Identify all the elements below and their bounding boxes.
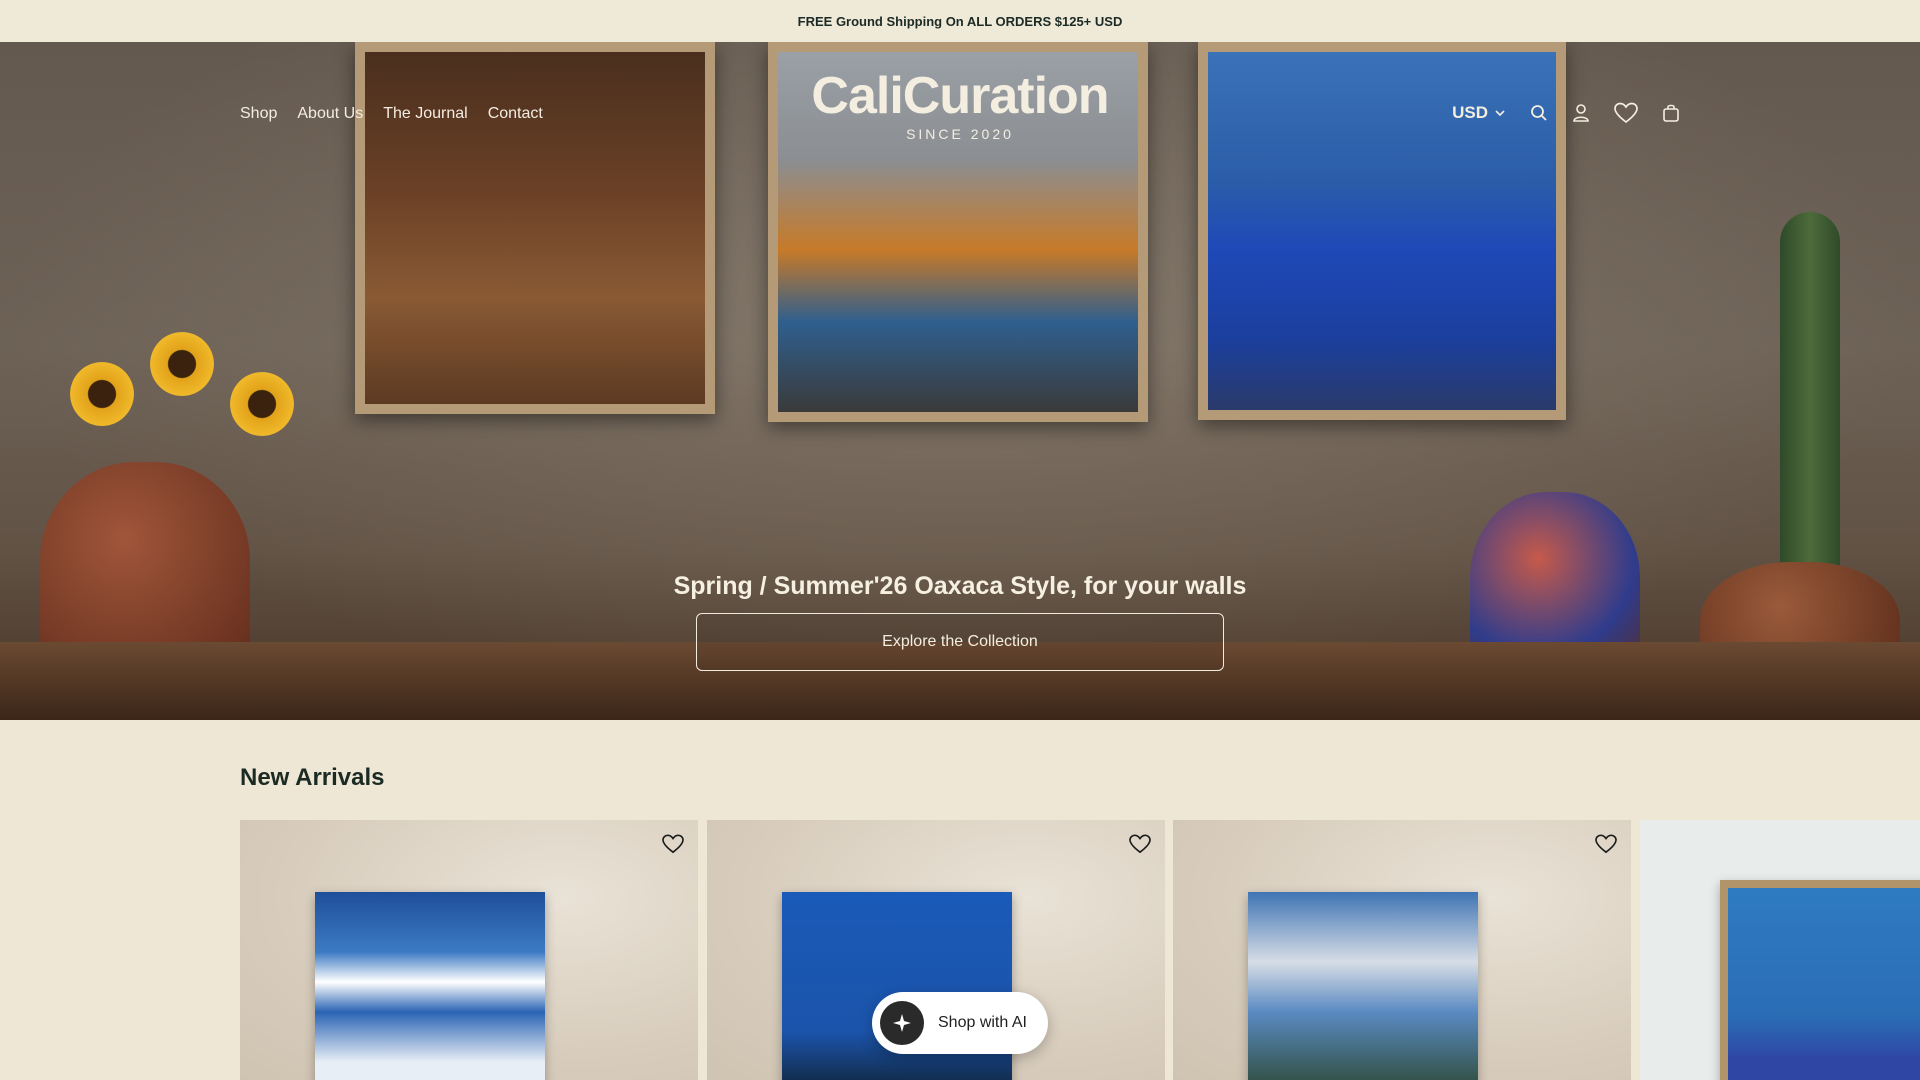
product-image bbox=[1248, 892, 1478, 1080]
explore-collection-button[interactable]: Explore the Collection bbox=[696, 613, 1224, 671]
shop-with-ai-label: Shop with AI bbox=[938, 1014, 1027, 1031]
announcement-bar: FREE Ground Shipping On ALL ORDERS $125+… bbox=[0, 0, 1920, 42]
product-card[interactable] bbox=[240, 820, 698, 1080]
hero-sunflower bbox=[70, 362, 134, 426]
new-arrivals-title: New Arrivals bbox=[240, 764, 385, 791]
search-icon[interactable] bbox=[1530, 104, 1548, 122]
announcement-text: FREE Ground Shipping On ALL ORDERS $125+… bbox=[797, 13, 1123, 29]
account-icon[interactable] bbox=[1572, 103, 1590, 123]
header-tools: USD bbox=[1452, 102, 1680, 124]
product-image bbox=[315, 892, 545, 1080]
logo-tagline: SINCE 2020 bbox=[906, 126, 1014, 142]
currency-selector[interactable]: USD bbox=[1452, 103, 1506, 123]
heart-icon[interactable] bbox=[662, 834, 684, 859]
cart-icon[interactable] bbox=[1662, 103, 1680, 123]
hero-cactus bbox=[1780, 212, 1840, 612]
hero-sunflower bbox=[230, 372, 294, 436]
sparkle-icon bbox=[880, 1001, 924, 1045]
hero-headline: Spring / Summer'26 Oaxaca Style, for you… bbox=[673, 572, 1247, 600]
currency-label: USD bbox=[1452, 103, 1488, 122]
heart-icon[interactable] bbox=[1129, 834, 1151, 859]
heart-icon[interactable] bbox=[1595, 834, 1617, 859]
product-card[interactable] bbox=[1640, 820, 1920, 1080]
chevron-down-icon bbox=[1494, 107, 1506, 119]
wishlist-icon[interactable] bbox=[1614, 102, 1638, 124]
product-card[interactable] bbox=[1173, 820, 1631, 1080]
product-image bbox=[1720, 880, 1920, 1080]
shop-with-ai-button[interactable]: Shop with AI bbox=[872, 992, 1048, 1054]
hero-sunflower bbox=[150, 332, 214, 396]
